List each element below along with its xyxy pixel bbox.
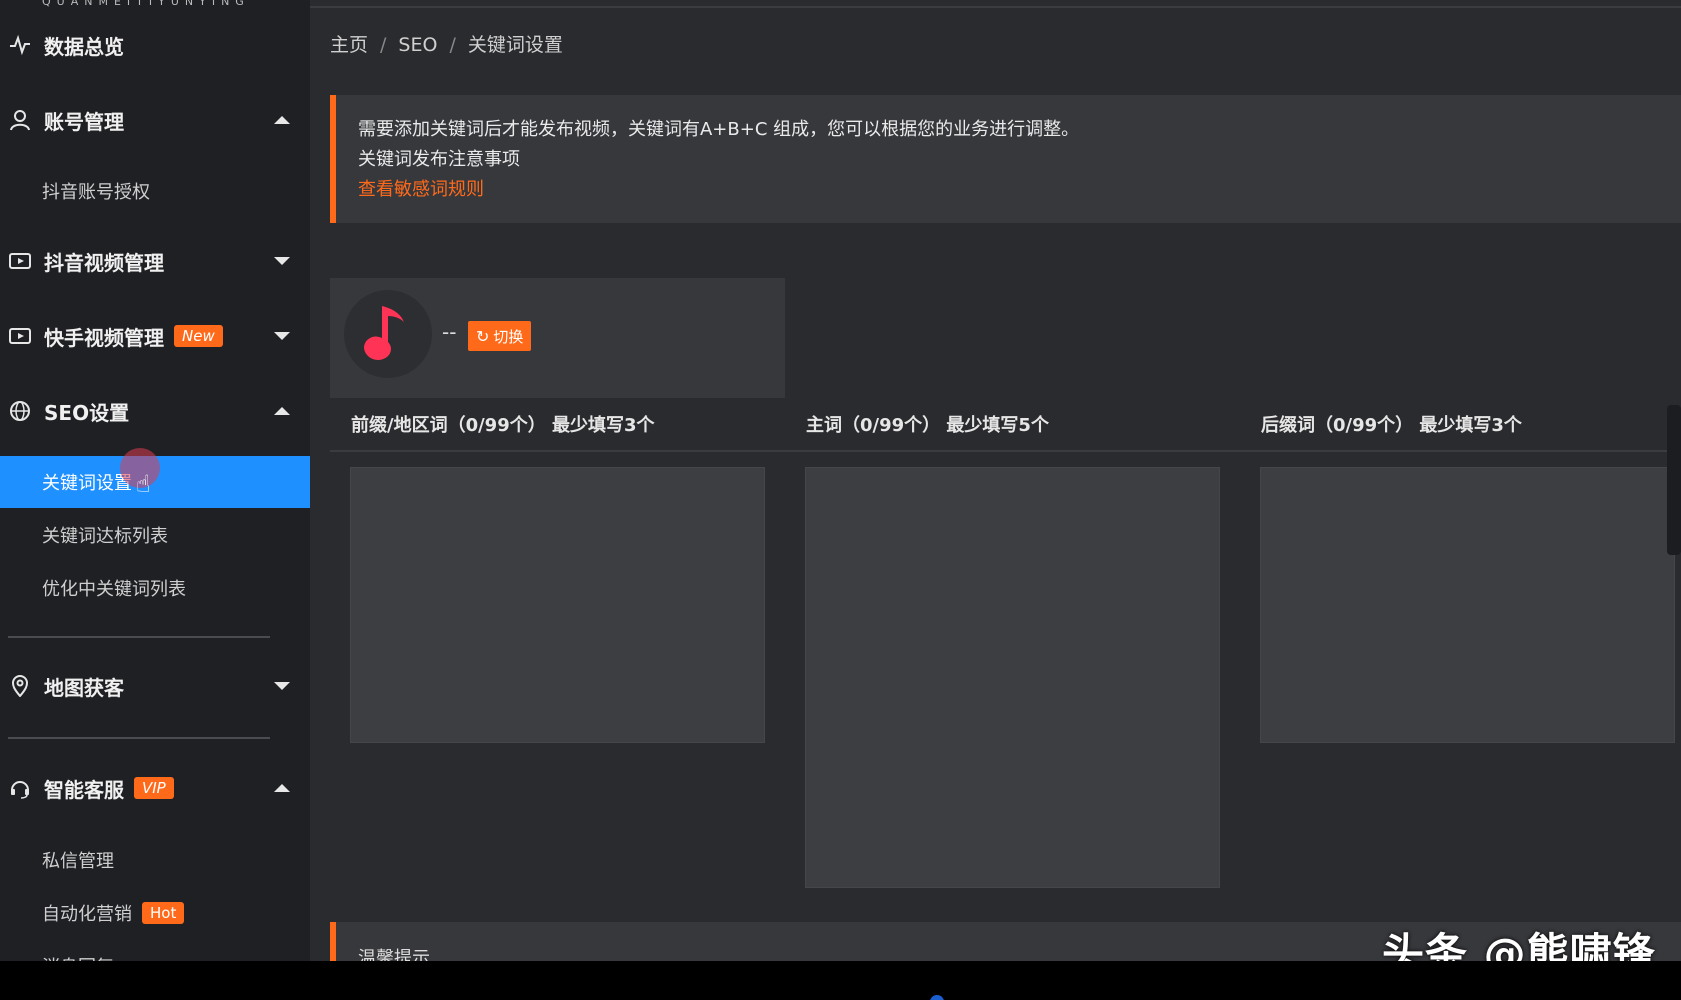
main-column-title: 主词（0/99个） 最少填写5个 bbox=[806, 415, 1049, 436]
notice-line-2: 关键词发布注意事项 bbox=[358, 149, 520, 170]
breadcrumb-seo[interactable]: SEO bbox=[398, 34, 437, 56]
chevron-down-icon bbox=[274, 257, 290, 265]
breadcrumb: 主页 / SEO / 关键词设置 bbox=[330, 34, 563, 56]
user-icon bbox=[8, 108, 32, 132]
sub-keyword-reached[interactable]: 关键词达标列表 bbox=[0, 509, 310, 561]
prefix-keywords-input[interactable] bbox=[350, 467, 765, 743]
nav-smart-cs[interactable]: 智能客服 VIP bbox=[0, 771, 310, 805]
main-content: 主页 / SEO / 关键词设置 需要添加关键词后才能发布视频，关键词有A+B+C 组成… bbox=[310, 0, 1681, 962]
sensitive-words-link[interactable]: 查看敏感词规则 bbox=[358, 175, 1659, 205]
pulse-icon bbox=[8, 33, 32, 57]
top-divider bbox=[310, 0, 1681, 8]
breadcrumb-current: 关键词设置 bbox=[467, 34, 563, 56]
account-card: -- ↻ 切换 bbox=[330, 278, 785, 398]
chevron-up-icon bbox=[274, 407, 290, 415]
scrollbar[interactable] bbox=[1667, 405, 1681, 555]
switch-account-button[interactable]: ↻ 切换 bbox=[468, 321, 532, 351]
bottom-bar bbox=[0, 961, 1681, 1000]
video-icon bbox=[8, 324, 32, 348]
info-notice: 需要添加关键词后才能发布视频，关键词有A+B+C 组成，您可以根据您的业务进行调… bbox=[330, 95, 1681, 223]
nav-account-label: 账号管理 bbox=[44, 109, 124, 134]
nav-smart-cs-label: 智能客服 bbox=[44, 777, 124, 802]
sub-message-reply[interactable]: 消息回复 bbox=[0, 940, 310, 961]
sub-auto-marketing-label: 自动化营销 bbox=[42, 904, 132, 925]
divider bbox=[8, 737, 270, 739]
nav-seo-label: SEO设置 bbox=[44, 400, 130, 425]
new-badge: New bbox=[174, 325, 223, 347]
hot-badge: Hot bbox=[142, 902, 185, 924]
nav-douyin-video[interactable]: 抖音视频管理 bbox=[0, 244, 310, 278]
nav-seo[interactable]: SEO设置 bbox=[0, 394, 310, 428]
chevron-down-icon bbox=[274, 332, 290, 340]
chevron-up-icon bbox=[274, 784, 290, 792]
main-keywords-input[interactable] bbox=[805, 467, 1220, 888]
suffix-keywords-input[interactable] bbox=[1260, 467, 1675, 743]
video-icon bbox=[8, 249, 32, 273]
notice-line-1: 需要添加关键词后才能发布视频，关键词有A+B+C 组成，您可以根据您的业务进行调… bbox=[358, 119, 1080, 140]
suffix-column-title: 后缀词（0/99个） 最少填写3个 bbox=[1261, 415, 1522, 436]
sub-private-message[interactable]: 私信管理 bbox=[0, 834, 310, 886]
nav-douyin-video-label: 抖音视频管理 bbox=[44, 250, 164, 275]
chevron-up-icon bbox=[274, 116, 290, 124]
logo-text: QUANMEITIYUNYING bbox=[42, 0, 250, 8]
divider bbox=[8, 636, 270, 638]
sidebar: QUANMEITIYUNYING 数据总览 账号管理 抖音账号授权 抖音视频管理… bbox=[0, 0, 310, 961]
headset-icon bbox=[8, 776, 32, 800]
account-name: -- bbox=[442, 320, 457, 344]
nav-kuaishou-video[interactable]: 快手视频管理 New bbox=[0, 319, 310, 353]
globe-icon bbox=[8, 399, 32, 423]
avatar bbox=[344, 290, 432, 378]
vip-badge: VIP bbox=[134, 777, 174, 799]
nav-overview[interactable]: 数据总览 bbox=[0, 28, 310, 62]
breadcrumb-home[interactable]: 主页 bbox=[330, 34, 368, 56]
nav-map[interactable]: 地图获客 bbox=[0, 669, 310, 703]
prefix-column-title: 前缀/地区词（0/99个） 最少填写3个 bbox=[351, 415, 655, 436]
refresh-icon: ↻ bbox=[476, 326, 490, 346]
sub-douyin-auth[interactable]: 抖音账号授权 bbox=[0, 165, 310, 217]
sub-auto-marketing[interactable]: 自动化营销 Hot bbox=[0, 887, 310, 939]
music-note-icon bbox=[364, 306, 404, 360]
switch-account-label: 切换 bbox=[493, 327, 524, 346]
nav-kuaishou-video-label: 快手视频管理 bbox=[44, 325, 164, 350]
hand-cursor-icon: ☝ bbox=[136, 470, 151, 498]
nav-map-label: 地图获客 bbox=[44, 675, 124, 700]
nav-overview-label: 数据总览 bbox=[44, 34, 124, 59]
location-pin-icon bbox=[8, 674, 32, 698]
chevron-down-icon bbox=[274, 682, 290, 690]
sub-keyword-optimizing[interactable]: 优化中关键词列表 bbox=[0, 562, 310, 614]
header-divider bbox=[330, 450, 1681, 452]
nav-account[interactable]: 账号管理 bbox=[0, 103, 310, 137]
